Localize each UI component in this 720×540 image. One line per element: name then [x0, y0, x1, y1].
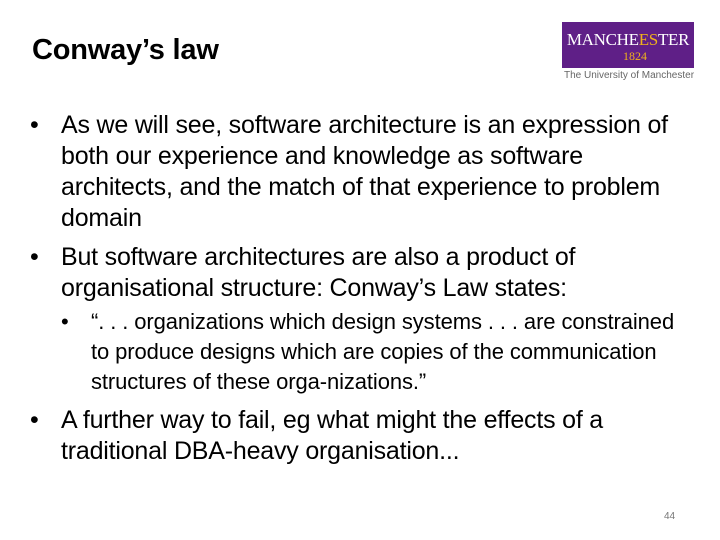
bullet-item: • But software architectures are also a … [30, 242, 690, 397]
sub-bullet-list: • “. . . organizations which design syst… [61, 307, 690, 397]
bullet-text: As we will see, software architecture is… [61, 111, 668, 232]
bullet-item: • As we will see, software architecture … [30, 110, 690, 234]
slide: Conway’s law MANCHEESTER 1824 The Univer… [0, 0, 720, 540]
logo-wordmark: MANCHEESTER [562, 31, 694, 49]
logo-word-start: MANCHE [566, 30, 639, 49]
university-logo: MANCHEESTER 1824 [562, 22, 694, 68]
sub-bullet-text: “. . . organizations which design system… [91, 309, 675, 394]
sub-bullet-item: • “. . . organizations which design syst… [61, 307, 690, 397]
bullet-list: • As we will see, software architecture … [30, 110, 690, 475]
bullet-marker: • [30, 406, 39, 434]
logo-word-accent: ES [638, 30, 659, 49]
logo-word-end: TER [657, 30, 690, 49]
bullet-text: A further way to fail, eg what might the… [61, 406, 604, 465]
page-number: 44 [664, 511, 676, 522]
bullet-item: • A further way to fail, eg what might t… [30, 405, 690, 467]
sub-bullet-marker: • [61, 309, 69, 334]
bullet-marker: • [30, 111, 39, 139]
university-name: The University of Manchester [563, 70, 695, 81]
slide-title: Conway’s law [32, 34, 219, 66]
logo-year: 1824 [623, 49, 647, 63]
bullet-text: But software architectures are also a pr… [61, 243, 576, 302]
bullet-marker: • [30, 243, 39, 271]
